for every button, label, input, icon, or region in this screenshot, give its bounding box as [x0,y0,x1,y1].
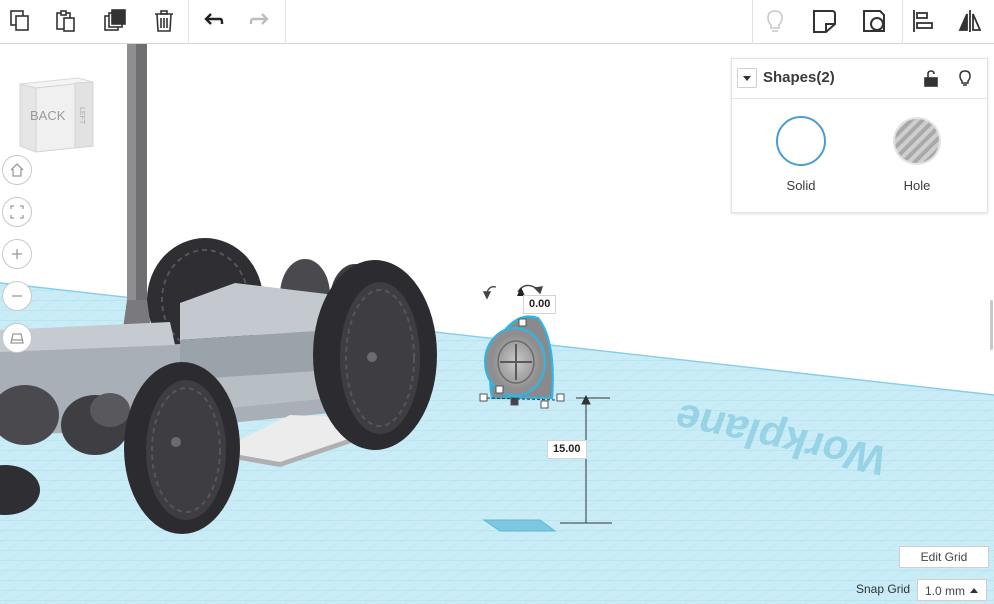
lightbulb-icon[interactable] [757,4,793,38]
mirror-icon[interactable] [952,4,988,38]
solid-label: Solid [786,178,816,193]
shapes-panel: Shapes(2) Solid Hole [731,58,988,213]
align-icon[interactable] [905,4,941,38]
snap-grid-label: Snap Grid [856,582,911,596]
home-view-button[interactable] [2,155,32,185]
shape-view-icon[interactable] [856,4,892,38]
solid-swatch [776,116,826,166]
solid-option[interactable]: Solid [765,115,837,193]
redo-icon[interactable] [242,4,278,38]
snap-grid-select[interactable]: 1.0 mm [917,579,987,601]
top-toolbar [0,0,994,44]
note-icon[interactable] [806,4,842,38]
hole-label: Hole [903,178,931,193]
perspective-button[interactable] [2,323,32,353]
view-cube-left-face[interactable]: LEFT [78,107,85,125]
minus-icon [12,295,22,297]
view-cube-back-face[interactable]: BACK [30,108,66,123]
delete-icon[interactable] [146,4,182,38]
caret-up-icon [970,588,978,593]
unlock-icon[interactable] [921,68,941,88]
home-icon [10,163,24,177]
collapse-panel-button[interactable] [737,68,757,88]
elevation-value[interactable]: 15.00 [547,440,587,459]
zoom-out-button[interactable] [2,281,32,311]
perspective-icon [10,333,24,344]
snap-grid-value: 1.0 mm [925,584,966,598]
caret-down-icon [743,76,751,81]
duplicate-icon[interactable] [97,4,133,38]
scrollbar[interactable] [990,300,993,350]
fit-view-button[interactable] [2,197,32,227]
paste-icon[interactable] [48,4,84,38]
edit-grid-button[interactable]: Edit Grid [899,546,989,568]
selected-shape[interactable] [484,315,554,400]
hole-swatch [893,117,941,165]
plus-icon [12,249,22,259]
undo-icon[interactable] [195,4,231,38]
copy-icon[interactable] [2,4,38,38]
rotation-value[interactable]: 0.00 [523,295,557,314]
shapes-panel-title: Shapes(2) [763,69,835,86]
view-cube[interactable]: BACK LEFT [18,76,98,161]
lightbulb-icon[interactable] [955,68,975,88]
hole-option[interactable]: Hole [881,115,953,193]
zoom-in-button[interactable] [2,239,32,269]
shapes-panel-header: Shapes(2) [732,59,987,99]
fit-icon [10,205,24,219]
